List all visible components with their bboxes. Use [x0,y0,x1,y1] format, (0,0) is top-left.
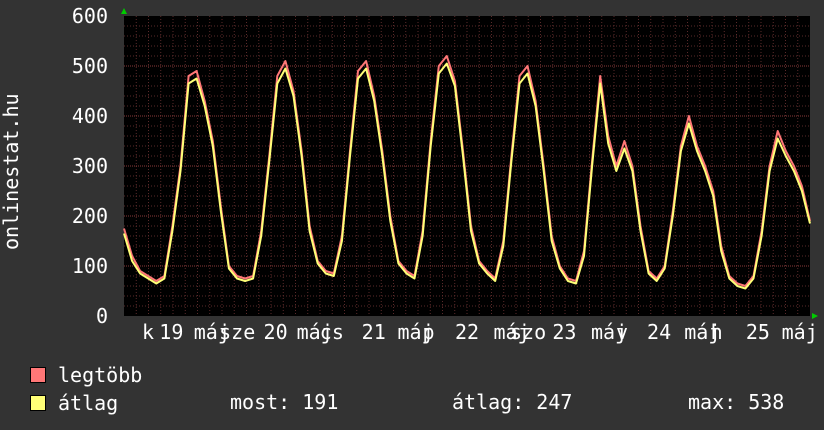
y-axis-label: onlinestat.hu [2,93,23,250]
x-tick-label: 19 [159,320,183,344]
x-tick-label: 22 [455,320,479,344]
x-tick-label: k [142,320,154,344]
x-tick-label: 25 [746,320,770,344]
x-tick-label: h [711,320,723,344]
legend-item-max: legtöbb [30,362,142,388]
y-tick-label: 0 [96,304,108,328]
legend-item-avg: átlag [30,390,118,416]
x-tick-label: cs [320,320,344,344]
stat-now: most: 191 [230,390,339,414]
x-axis: k 19 májsze 20 májcs 21 májp 22 májszo 23 májv 24 má… [142,320,818,344]
y-axis-arrow [121,8,127,14]
legend: legtöbb átlag most: 191 átlag: 247 max: … [30,362,820,422]
y-tick-label: 400 [72,104,108,128]
legend-swatch-max [30,367,46,383]
legend-swatch-avg [30,395,46,411]
y-tick-label: 600 [72,4,108,28]
y-tick-label: 200 [72,204,108,228]
x-tick-label: p [423,320,435,344]
y-tick-label: 300 [72,154,108,178]
x-tick-label: 20 [264,320,288,344]
y-axis: 0 100 200 300 400 500 600 [72,4,108,328]
y-tick-label: 500 [72,54,108,78]
x-tick-label: v [616,320,628,344]
x-tick-label: 21 [362,320,386,344]
x-tick-label: 24 [647,320,671,344]
stat-max: max: 538 [688,390,785,414]
x-tick-label: sze [219,320,255,344]
y-axis-label-wrap: onlinestat.hu [2,93,23,250]
x-tick-label: 23 [552,320,576,344]
x-tick-label: szo [510,320,546,344]
legend-label-avg: átlag [58,391,119,415]
x-tick-label: máj [782,320,818,344]
x-axis-arrow [812,313,818,319]
y-tick-label: 100 [72,254,108,278]
legend-label-max: legtöbb [58,363,143,387]
stat-avg: átlag: 247 [452,390,573,414]
traffic-chart: 0100200300400500600 k 19 májsze 20 májcs 21 má… [72,4,818,344]
